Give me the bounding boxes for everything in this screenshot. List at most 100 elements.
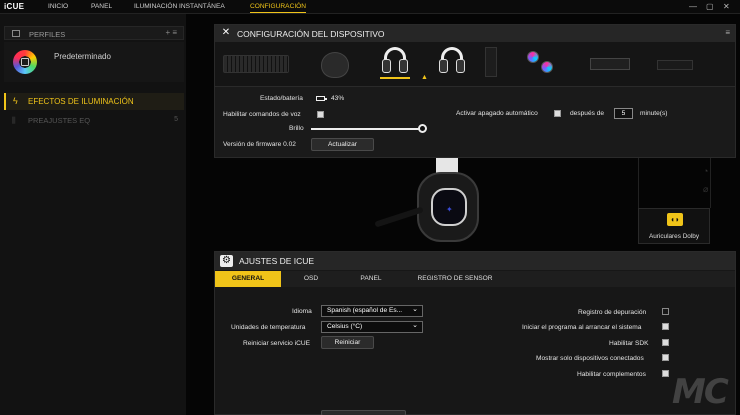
dolby-label: Auriculares Dolby xyxy=(648,233,700,240)
tab-osd[interactable]: OSD xyxy=(293,271,329,287)
sdk-checkbox[interactable] xyxy=(662,339,669,346)
startup-checkbox[interactable] xyxy=(662,323,669,330)
sidebar-item-label: EFECTOS DE ILUMINACIÓN xyxy=(28,97,134,106)
profile-rgb-icon xyxy=(13,50,37,74)
watermark-logo: MC xyxy=(672,372,729,412)
nav-configuracion[interactable]: CONFIGURACIÓN xyxy=(250,3,306,10)
profile-item-predeterminado[interactable]: Predeterminado xyxy=(4,42,184,82)
after-label: después de xyxy=(570,110,605,117)
tools-icon: ✕ xyxy=(221,27,231,38)
debug-log-label: Registro de depuración xyxy=(578,309,647,316)
auto-off-label: Activar apagado automático xyxy=(456,110,538,117)
chevron-down-icon: ⌄ xyxy=(412,322,418,329)
profiles-header: PERFILES + ≡ xyxy=(4,26,184,40)
connected-devices-label: Mostrar solo dispositivos conectados xyxy=(536,355,644,362)
language-value: Spanish (español de Es... xyxy=(327,307,403,314)
dolby-headphones-card[interactable]: ◖◗ Auriculares Dolby xyxy=(638,208,710,244)
dolby-icon: ◖◗ xyxy=(667,213,683,226)
device-ram[interactable] xyxy=(590,58,630,70)
nav-iluminacion-instantanea[interactable]: ILUMINACIÓN INSTANTÁNEA xyxy=(134,3,225,10)
lightning-icon: ϟ xyxy=(13,96,18,106)
device-keyboard[interactable] xyxy=(223,55,289,73)
chevron-down-icon: ⌄ xyxy=(412,306,418,313)
battery-value: 43% xyxy=(331,95,345,102)
profile-name: Predeterminado xyxy=(54,52,111,61)
icue-settings-panel: ⚙ AJUSTES DE ICUE GENERAL OSD PANEL REGI… xyxy=(214,251,736,415)
device-mouse[interactable] xyxy=(321,52,349,78)
device-config-panel: ✕ CONFIGURACIÓN DEL DISPOSITIVO ≡ ▲ xyxy=(214,24,736,158)
device-config-title: CONFIGURACIÓN DEL DISPOSITIVO xyxy=(237,29,385,39)
headset-earcup: ✦ xyxy=(417,172,479,242)
divider xyxy=(638,158,639,208)
minutes-input[interactable]: 5 xyxy=(614,108,633,119)
connected-devices-checkbox[interactable] xyxy=(662,354,669,361)
fan-icon xyxy=(527,51,539,63)
device-ram[interactable] xyxy=(657,60,693,70)
nav-inicio[interactable]: INICIO xyxy=(48,3,68,10)
close-icon[interactable]: ✕ xyxy=(723,2,730,11)
voice-commands-label: Habilitar comandos de voz xyxy=(223,111,301,118)
brightness-slider-handle[interactable] xyxy=(418,124,427,133)
device-headset-warning[interactable] xyxy=(437,47,467,75)
fan-icon xyxy=(541,61,553,73)
firmware-version: Versión de firmware 0.02 xyxy=(223,141,296,148)
headset-plate: ✦ xyxy=(431,188,467,226)
sidebar-item-preajustes-eq[interactable]: ⫼ PREAJUSTES EQ 5 xyxy=(4,113,184,128)
settings-tabs: GENERAL OSD PANEL REGISTRO DE SENSOR xyxy=(215,271,735,287)
device-strip: ▲ xyxy=(215,42,735,87)
brightness-slider[interactable] xyxy=(311,128,423,130)
nav-panel[interactable]: PANEL xyxy=(91,3,112,10)
device-icon xyxy=(21,58,29,66)
temperature-units-label: Unidades de temperatura xyxy=(231,324,306,331)
restart-button[interactable]: Reiniciar xyxy=(321,336,374,349)
brightness-label: Brillo xyxy=(289,125,304,132)
top-nav-bar: iCUE INICIO PANEL ILUMINACIÓN INSTANTÁNE… xyxy=(0,0,740,14)
sidebar-item-efectos-iluminacion[interactable]: ϟ EFECTOS DE ILUMINACIÓN xyxy=(4,93,184,110)
menu-icon[interactable]: ≡ xyxy=(725,28,730,37)
headset-cup-left xyxy=(439,59,448,73)
nav-active-underline xyxy=(250,12,306,13)
device-headset-selected[interactable] xyxy=(380,47,410,79)
mic-icon: ⌀ xyxy=(703,184,709,194)
restart-service-label: Reiniciar servicio iCUE xyxy=(243,340,311,347)
equalizer-icon: ⫼ xyxy=(12,116,16,125)
headset-cup-right xyxy=(456,59,465,73)
auto-off-checkbox[interactable] xyxy=(554,110,561,117)
profiles-title: PERFILES xyxy=(29,30,66,39)
minutes-unit: minute(s) xyxy=(640,110,668,117)
voice-commands-checkbox[interactable] xyxy=(317,111,324,118)
icue-settings-title: AJUSTES DE ICUE xyxy=(239,256,315,266)
maximize-icon[interactable]: ▢ xyxy=(706,2,714,11)
battery-icon xyxy=(316,96,327,101)
tab-panel[interactable]: PANEL xyxy=(351,271,391,287)
device-config-header: ✕ CONFIGURACIÓN DEL DISPOSITIVO ≡ xyxy=(215,25,735,42)
tab-registro-sensor[interactable]: REGISTRO DE SENSOR xyxy=(411,271,499,287)
language-select[interactable]: Spanish (español de Es... ⌄ xyxy=(321,305,423,317)
headset-cup-right xyxy=(399,59,408,73)
debug-log-checkbox[interactable] xyxy=(662,308,669,315)
icue-settings-header: ⚙ AJUSTES DE ICUE xyxy=(215,252,735,270)
volume-icon: ◔ xyxy=(703,166,709,176)
partial-button[interactable] xyxy=(321,410,406,415)
language-label: Idioma xyxy=(292,308,312,315)
corsair-logo-icon: ✦ xyxy=(446,205,453,214)
profiles-add-menu-icon[interactable]: + ≡ xyxy=(165,28,177,37)
sdk-label: Habilitar SDK xyxy=(609,340,649,347)
battery-label: Estado/batería xyxy=(260,95,303,102)
gear-icon: ⚙ xyxy=(220,255,233,267)
eq-count-badge: 5 xyxy=(174,116,178,123)
temperature-value: Celsius (°C) xyxy=(327,323,363,330)
device-aio-cooler[interactable] xyxy=(525,47,563,73)
plugins-label: Habilitar complementos xyxy=(577,371,646,378)
startup-label: Iniciar el programa al arrancar el siste… xyxy=(522,324,642,331)
divider xyxy=(710,158,711,208)
headset-cup-left xyxy=(382,59,391,73)
headset-preview: ✦ xyxy=(370,158,490,250)
plugins-checkbox[interactable] xyxy=(662,370,669,377)
tab-general[interactable]: GENERAL xyxy=(215,271,281,287)
profiles-icon xyxy=(12,30,20,37)
minimize-icon[interactable]: — xyxy=(689,2,697,11)
device-headset-stand[interactable] xyxy=(485,47,497,77)
update-button[interactable]: Actualizar xyxy=(311,138,374,151)
temperature-units-select[interactable]: Celsius (°C) ⌄ xyxy=(321,321,423,333)
